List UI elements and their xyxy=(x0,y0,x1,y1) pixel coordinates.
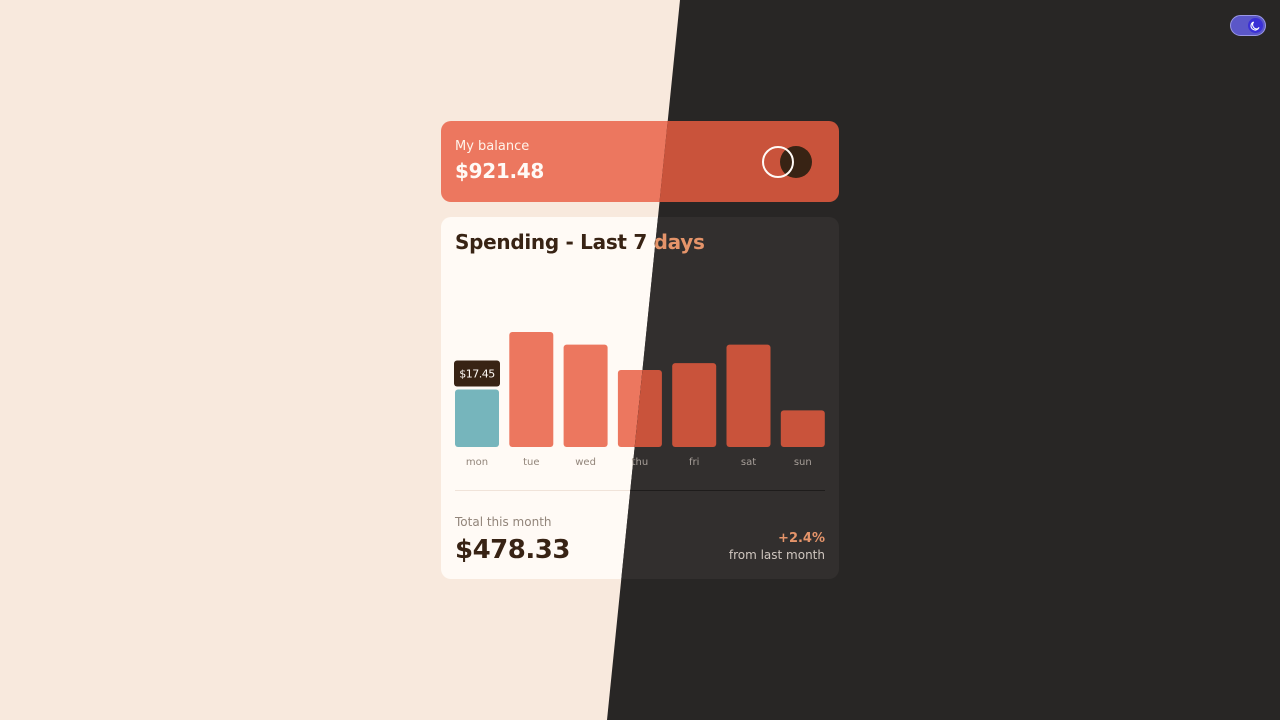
bar-fri[interactable] xyxy=(672,363,717,447)
day-label-fri: fri xyxy=(689,457,699,468)
day-label-sun: sun xyxy=(794,457,812,468)
tooltip-value: $17.45 xyxy=(459,368,495,381)
change-percent-dark: +2.4% xyxy=(778,531,825,546)
bar-sat[interactable] xyxy=(726,344,771,447)
total-month-label: Total this month xyxy=(455,515,552,529)
day-label-wed: wed xyxy=(575,457,596,468)
total-month-value: $478.33 xyxy=(455,535,570,565)
theme-toggle-knob xyxy=(1248,18,1263,33)
day-label-tue: tue xyxy=(523,457,539,468)
bar-sun[interactable] xyxy=(780,410,825,447)
theme-toggle[interactable] xyxy=(1230,15,1266,36)
moon-icon xyxy=(1250,21,1260,31)
day-label-sat: sat xyxy=(741,457,756,468)
bar-wed[interactable] xyxy=(563,344,608,447)
bar-mon[interactable] xyxy=(455,389,499,447)
bar-tue[interactable] xyxy=(509,332,554,447)
card-logo-icon-dark xyxy=(762,146,812,178)
day-label-mon: mon xyxy=(466,457,488,468)
day-label-thu: thu xyxy=(632,457,649,468)
change-label-dark: from last month xyxy=(728,548,825,562)
